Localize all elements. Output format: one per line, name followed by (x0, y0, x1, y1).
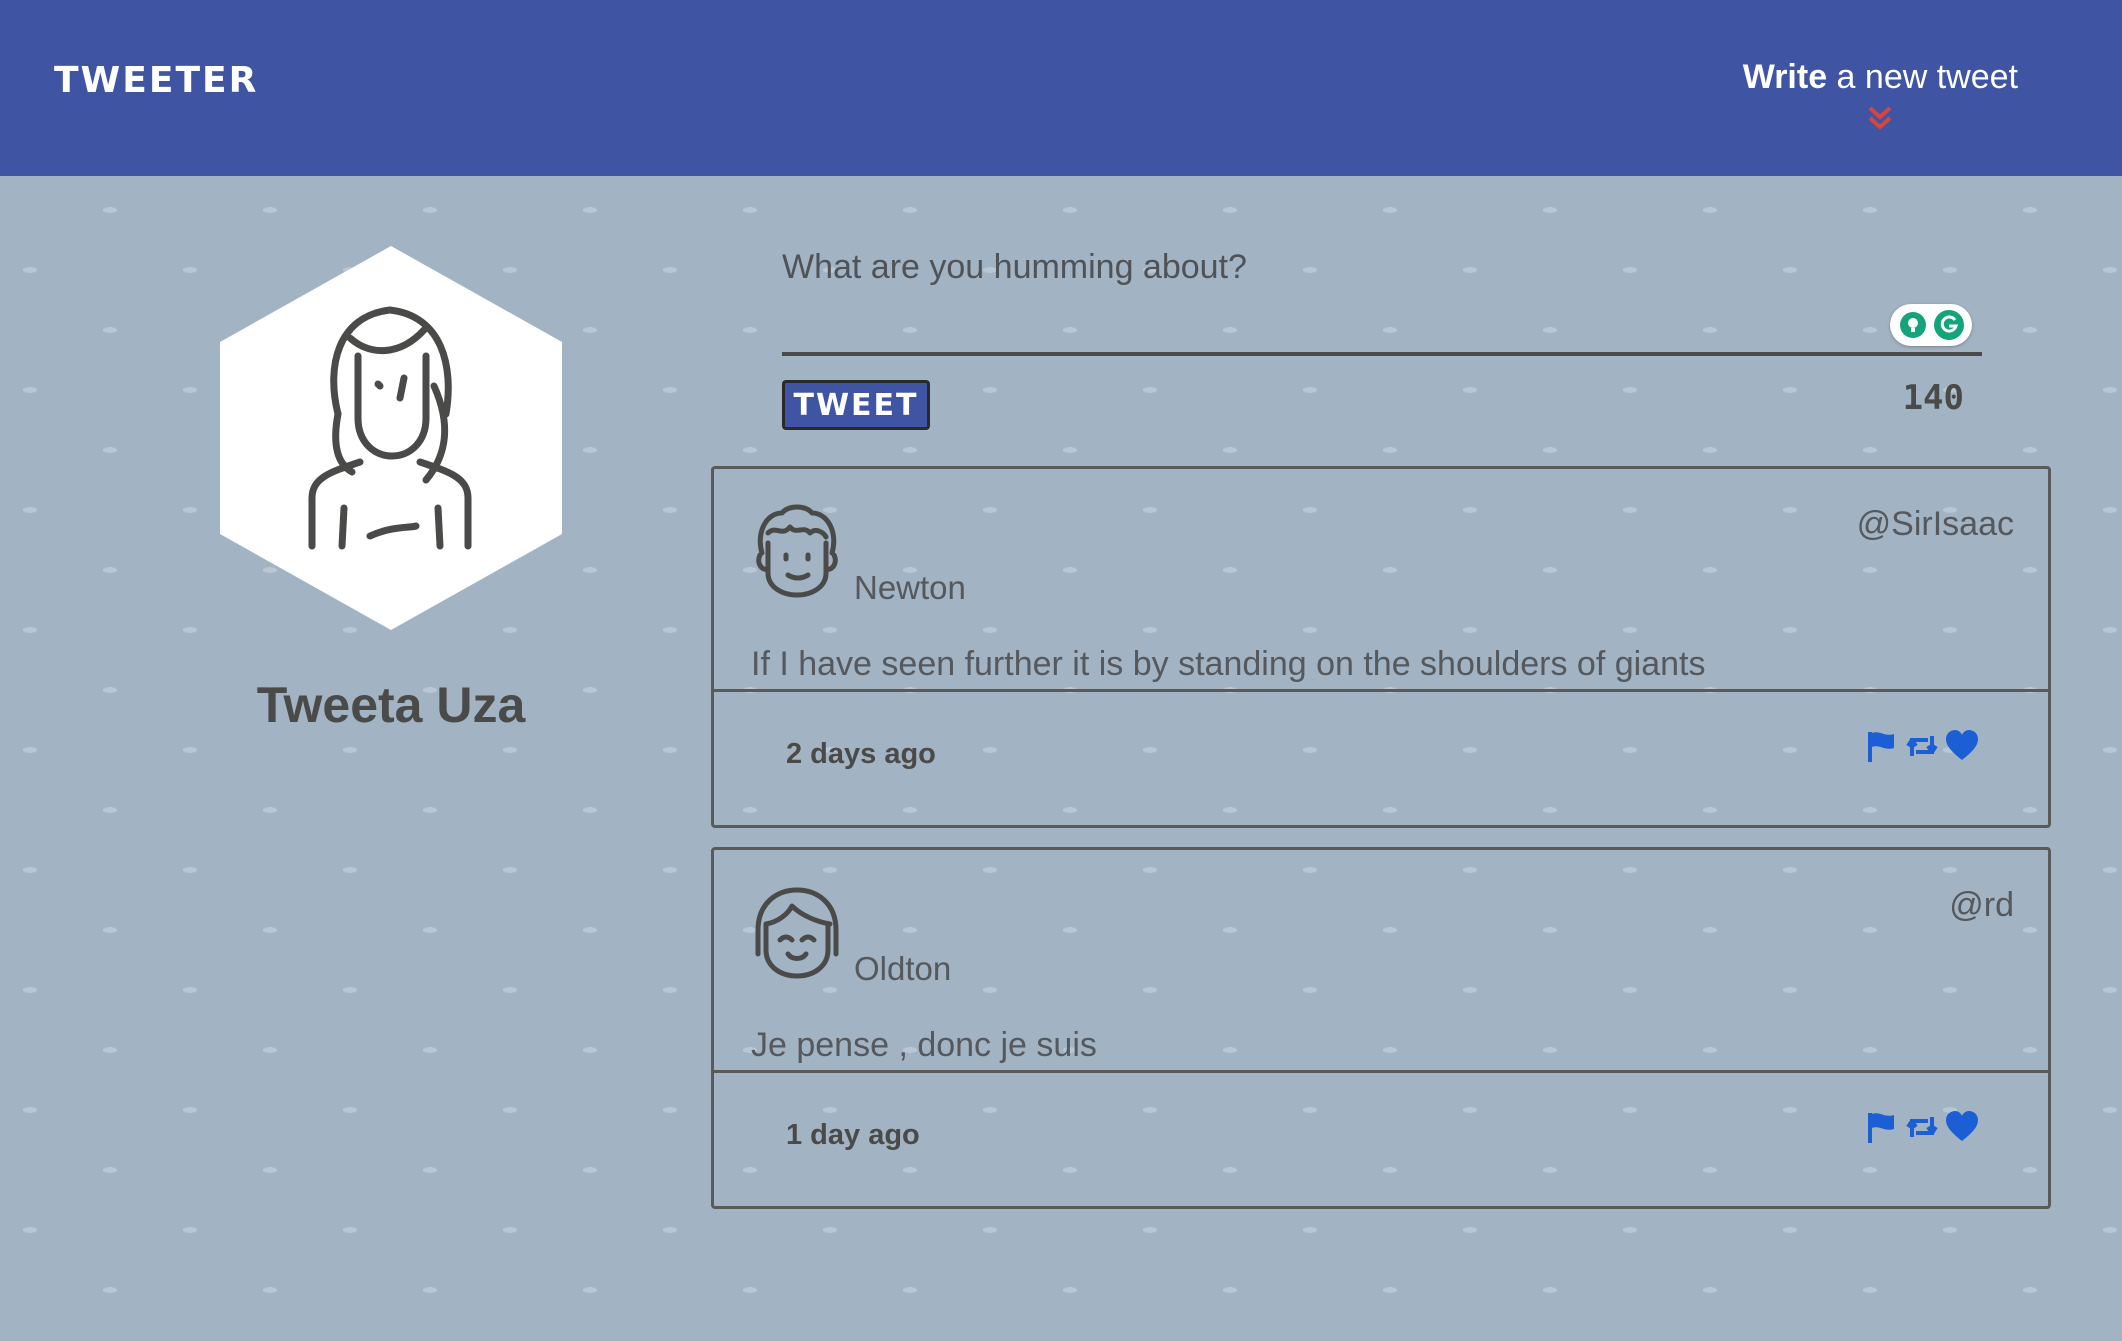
tweet-card: Oldton @rd Je pense , donc je suis 1 day… (711, 847, 2051, 1209)
heart-icon[interactable] (1944, 728, 1980, 764)
tweet-author-name: Newton (854, 569, 966, 606)
bob-hair-woman-avatar-icon (755, 887, 839, 979)
tweet-footer: 1 day ago (714, 1073, 2048, 1205)
profile-name: Tweeta Uza (256, 677, 526, 733)
tweet-composer: TWEET 140 (782, 240, 1982, 430)
curly-hair-man-avatar-icon (756, 504, 838, 598)
tweet-author-handle[interactable]: @rd (1949, 886, 2014, 925)
tweet-timestamp: 1 day ago (786, 1119, 920, 1151)
grammarly-g-icon[interactable] (1934, 310, 1964, 340)
top-nav: TWEETER Write a new tweet (0, 0, 2122, 176)
write-new-tweet-toggle[interactable]: Write a new tweet (1743, 54, 2018, 132)
tweet-text: If I have seen further it is by standing… (751, 645, 1706, 683)
tweet-submit-button[interactable]: TWEET (782, 380, 930, 430)
tweet-author-handle[interactable]: @SirIsaac (1857, 505, 2014, 544)
write-label-bold: Write (1742, 58, 1828, 96)
tweet-footer: 2 days ago (714, 692, 2048, 824)
retweet-icon[interactable] (1904, 1109, 1940, 1145)
grammarly-widget[interactable] (1890, 304, 1972, 346)
double-chevron-down-icon[interactable] (1866, 104, 1894, 132)
retweet-icon[interactable] (1904, 728, 1940, 764)
tweet-timestamp: 2 days ago (786, 738, 936, 770)
tweet-input[interactable] (782, 240, 1982, 356)
flag-icon[interactable] (1864, 1109, 1900, 1145)
tweet-actions (1860, 728, 1980, 764)
write-label-rest: a new tweet (1827, 58, 2018, 96)
profile-panel: Tweeta Uza (220, 246, 562, 733)
character-counter: 140 (1902, 378, 1964, 418)
tweet-header: Newton @SirIsaac If I have seen further … (714, 469, 2048, 692)
tweet-author-name: Oldton (854, 950, 952, 987)
tweet-header: Oldton @rd Je pense , donc je suis (714, 850, 2048, 1073)
hexagon-avatar-frame (220, 246, 562, 630)
tweet-card: Newton @SirIsaac If I have seen further … (711, 466, 2051, 828)
write-new-tweet-label[interactable]: Write a new tweet (1743, 54, 2018, 100)
heart-icon[interactable] (1944, 1109, 1980, 1145)
lightbulb-icon[interactable] (1898, 310, 1928, 340)
profile-avatar (220, 246, 562, 630)
tweet-text: Je pense , donc je suis (751, 1026, 1097, 1064)
app-logo[interactable]: TWEETER (54, 60, 258, 101)
flag-icon[interactable] (1864, 728, 1900, 764)
tweet-actions (1860, 1109, 1980, 1145)
